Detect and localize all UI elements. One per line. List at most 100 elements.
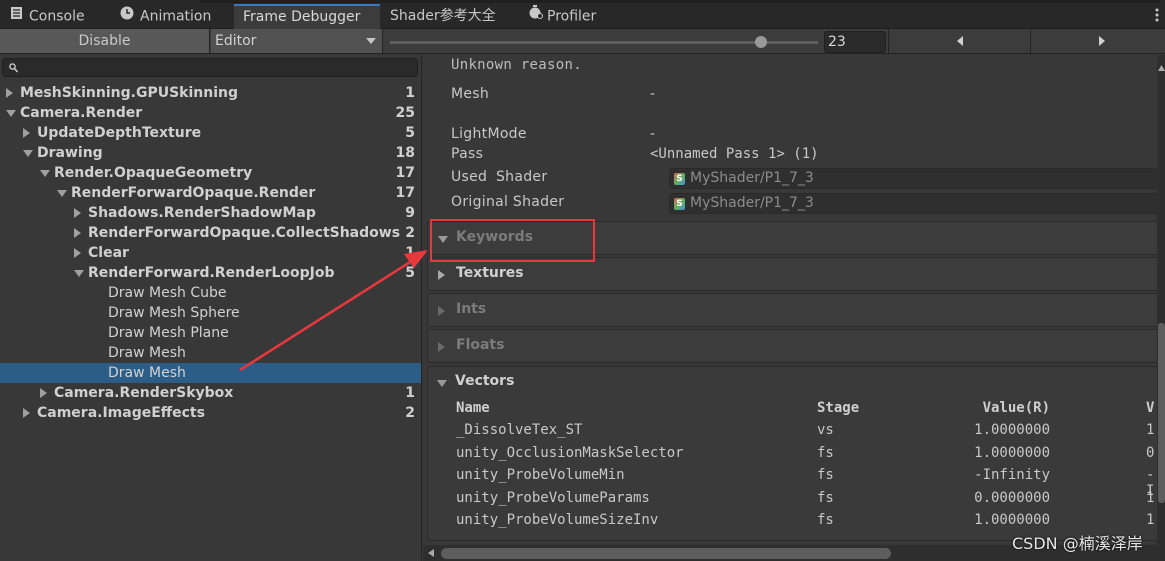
tree-item[interactable]: RenderForwardOpaque.CollectShadows 2 <box>0 223 421 243</box>
event-index-field[interactable]: 23 <box>824 31 886 53</box>
table-cell: _DissolveTex_ST <box>456 422 583 438</box>
tree-item-count: 1 <box>405 85 415 101</box>
table-cell: vs <box>817 422 834 438</box>
triangle-right-icon[interactable] <box>23 128 30 138</box>
tree-item[interactable]: Draw Mesh Plane <box>0 323 421 343</box>
tree-item-label: Draw Mesh Cube <box>108 285 227 301</box>
tree-item-label: MeshSkinning.GPUSkinning <box>20 85 238 101</box>
section-textures[interactable]: Textures <box>427 257 1161 291</box>
vertical-scrollbar-thumb[interactable] <box>1158 323 1165 503</box>
triangle-right-icon <box>438 306 445 316</box>
scroll-up-icon[interactable] <box>1158 65 1165 71</box>
tab-profiler[interactable]: Profiler <box>520 4 630 29</box>
event-slider[interactable] <box>390 41 818 44</box>
tree-item[interactable]: RenderForwardOpaque.Render 17 <box>0 183 421 203</box>
triangle-right-icon[interactable] <box>74 228 81 238</box>
tree-item[interactable]: Draw Mesh Cube <box>0 283 421 303</box>
tab-frame-debugger[interactable]: Frame Debugger <box>234 4 380 29</box>
tree-item-label: Camera.RenderSkybox <box>54 385 234 401</box>
previous-event-button[interactable] <box>888 29 1030 53</box>
section-ints[interactable]: Ints <box>427 293 1161 327</box>
table-cell: 1.0000000 <box>974 422 1050 438</box>
scroll-left-icon[interactable] <box>428 549 434 557</box>
tab-shader-reference[interactable]: Shader参考大全 <box>382 4 512 29</box>
tree-item-label: Camera.ImageEffects <box>37 405 205 421</box>
tree-item-count: 25 <box>395 105 415 121</box>
arrow-left-icon <box>957 36 963 46</box>
tree-item-count: 1 <box>405 385 415 401</box>
tree-item-count: 1 <box>405 245 415 261</box>
tree-item[interactable]: Draw Mesh <box>0 363 421 383</box>
tree-item-count: 5 <box>405 125 415 141</box>
tree-item[interactable]: Draw Mesh <box>0 343 421 363</box>
tree-item[interactable]: Clear 1 <box>0 243 421 263</box>
triangle-right-icon <box>438 270 445 280</box>
tree-item-label: Render.OpaqueGeometry <box>54 165 253 181</box>
triangle-right-icon[interactable] <box>74 248 81 258</box>
table-cell: unity_ProbeVolumeParams <box>456 489 650 506</box>
tree-item-label: RenderForward.RenderLoopJob <box>88 265 335 281</box>
tab-animation[interactable]: Animation <box>112 4 232 29</box>
tree-item-count: 17 <box>395 165 415 181</box>
tree-item[interactable]: Draw Mesh Sphere <box>0 303 421 323</box>
section-keywords[interactable]: Keywords <box>427 221 1161 255</box>
original-shader-value: MyShader/P1_7_3 <box>690 195 814 211</box>
tree-item[interactable]: Shadows.RenderShadowMap 9 <box>0 203 421 223</box>
column-header: Value(R) <box>982 400 1050 416</box>
tab-label: Profiler <box>547 8 597 25</box>
section-title: Vectors <box>455 373 515 389</box>
mesh-label: Mesh <box>451 86 490 102</box>
search-input[interactable] <box>2 58 418 77</box>
target-dropdown-value: Editor <box>215 33 257 49</box>
tree-item[interactable]: Camera.RenderSkybox 1 <box>0 383 421 403</box>
tree-item-label: UpdateDepthTexture <box>37 125 202 141</box>
tree-item-label: RenderForwardOpaque.Render <box>71 185 316 201</box>
tab-label: Shader参考大全 <box>390 8 496 24</box>
tree-item[interactable]: Drawing 18 <box>0 143 421 163</box>
vertical-scrollbar[interactable] <box>1157 55 1165 545</box>
more-options-icon[interactable] <box>1155 8 1159 22</box>
triangle-down-icon[interactable] <box>40 170 50 177</box>
triangle-down-icon[interactable] <box>57 190 67 197</box>
horizontal-scrollbar-thumb[interactable] <box>441 548 891 559</box>
tree-item-label: Drawing <box>37 145 103 161</box>
disable-button[interactable]: Disable <box>0 29 210 53</box>
tree-item[interactable]: Camera.Render 25 <box>0 103 421 123</box>
table-cell: fs <box>817 489 834 506</box>
triangle-down-icon[interactable] <box>23 150 33 157</box>
triangle-right-icon[interactable] <box>40 388 47 398</box>
section-floats[interactable]: Floats <box>427 329 1161 363</box>
table-cell: unity_ProbeVolumeSizeInv <box>456 512 659 529</box>
window-tab-bar: Console Animation Frame Debugger Shader参… <box>0 0 1165 29</box>
profiler-stopwatch-icon <box>528 4 544 29</box>
triangle-right-icon <box>438 342 445 352</box>
tree-item[interactable]: UpdateDepthTexture 5 <box>0 123 421 143</box>
event-slider-handle[interactable] <box>755 36 767 48</box>
shader-icon: S <box>674 198 685 210</box>
tree-item[interactable]: Camera.ImageEffects 2 <box>0 403 421 423</box>
triangle-right-icon[interactable] <box>23 408 30 418</box>
tab-console[interactable]: Console <box>2 4 112 29</box>
vectors-header[interactable]: Vectors <box>427 366 1161 400</box>
reason-text: Unknown reason. <box>451 57 582 73</box>
triangle-down-icon[interactable] <box>6 110 16 117</box>
table-cell: fs <box>817 467 834 484</box>
used-shader-field[interactable]: S MyShader/P1_7_3 <box>669 168 1159 189</box>
section-title: Ints <box>456 301 487 317</box>
tab-bar-top-strip <box>200 0 1160 3</box>
tree-item-label: Draw Mesh <box>108 345 186 361</box>
mesh-value: - <box>650 86 656 102</box>
triangle-down-icon[interactable] <box>74 270 84 277</box>
column-header: V <box>1146 400 1155 416</box>
tab-label: Console <box>29 8 85 25</box>
tree-item[interactable]: MeshSkinning.GPUSkinning 1 <box>0 83 421 103</box>
tree-item[interactable]: RenderForward.RenderLoopJob 5 <box>0 263 421 283</box>
tree-item[interactable]: Render.OpaqueGeometry 17 <box>0 163 421 183</box>
tree-item-count: 9 <box>405 205 415 221</box>
triangle-right-icon[interactable] <box>6 88 13 98</box>
triangle-right-icon[interactable] <box>74 208 81 218</box>
section-title: Floats <box>456 337 505 353</box>
next-event-button[interactable] <box>1030 29 1165 53</box>
target-dropdown[interactable]: Editor <box>211 29 383 53</box>
original-shader-field[interactable]: S MyShader/P1_7_3 <box>669 193 1159 214</box>
